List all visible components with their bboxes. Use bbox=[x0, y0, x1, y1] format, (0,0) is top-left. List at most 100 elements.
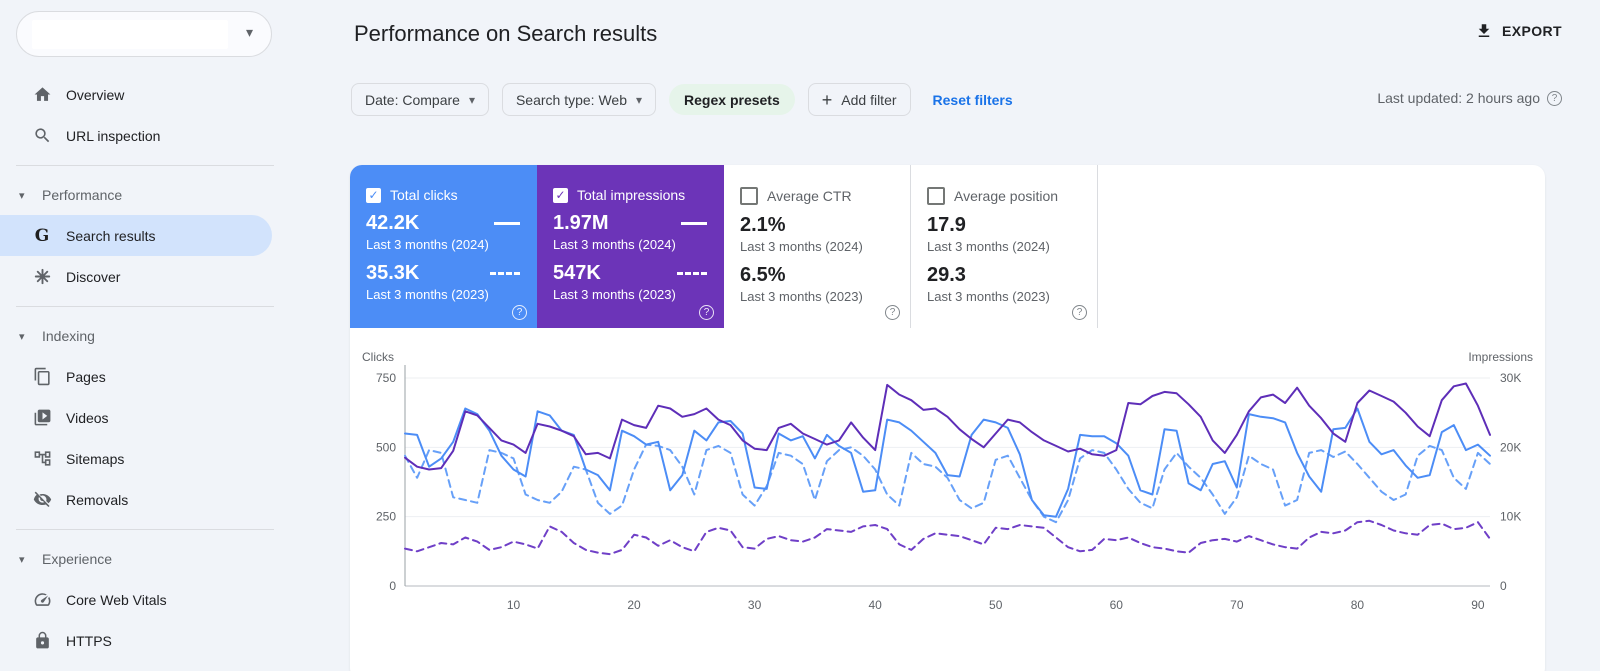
series-line bbox=[404, 519, 1491, 556]
gauge-icon bbox=[32, 590, 52, 610]
x-axis-tick: 70 bbox=[1230, 598, 1244, 612]
search-console-app: ▾ Overview URL inspection ▾ Performance bbox=[0, 0, 1600, 671]
last-updated-text: Last updated: 2 hours ago bbox=[1377, 90, 1540, 106]
performance-panel: ✓ Total clicks 42.2K Last 3 months (2024… bbox=[350, 165, 1545, 671]
checkbox-checked-icon[interactable]: ✓ bbox=[553, 187, 568, 203]
property-selector[interactable]: ▾ bbox=[16, 11, 272, 57]
x-axis-tick: 40 bbox=[868, 598, 882, 612]
sidebar-item-label: Discover bbox=[66, 268, 121, 285]
help-icon[interactable]: ? bbox=[885, 305, 900, 320]
sidebar-item-pages[interactable]: Pages bbox=[0, 356, 290, 397]
sidebar-item-https[interactable]: HTTPS bbox=[0, 620, 290, 661]
y-axis-left-tick: 0 bbox=[389, 579, 396, 593]
chevron-down-icon: ▾ bbox=[19, 330, 25, 343]
checkbox-unchecked-icon[interactable] bbox=[927, 187, 945, 205]
dashed-line-indicator-icon bbox=[677, 272, 707, 275]
chevron-down-icon: ▾ bbox=[19, 189, 25, 202]
metric-caption: Last 3 months (2023) bbox=[366, 287, 489, 302]
reset-filters-link[interactable]: Reset filters bbox=[933, 92, 1013, 108]
sidebar-item-sitemaps[interactable]: Sitemaps bbox=[0, 438, 290, 479]
sidebar-item-label: Pages bbox=[66, 368, 106, 385]
performance-chart[interactable]: 0 0 250 10K 500 20K 750 30K Clicks Impressions 10 2… bbox=[350, 345, 1545, 645]
date-filter-dropdown[interactable]: Date: Compare ▾ bbox=[351, 83, 489, 116]
sidebar-item-discover[interactable]: Discover bbox=[0, 256, 290, 297]
metric-value: 42.2K bbox=[366, 212, 420, 234]
chevron-down-icon: ▾ bbox=[636, 92, 643, 107]
sidebar-item-label: Sitemaps bbox=[66, 450, 125, 467]
sidebar-item-label: Core Web Vitals bbox=[66, 591, 167, 608]
metric-card-average-ctr[interactable]: Average CTR 2.1% Last 3 months (2024) 6.… bbox=[724, 165, 911, 328]
date-filter-label: Date: Compare bbox=[365, 91, 460, 108]
help-icon[interactable]: ? bbox=[512, 305, 527, 320]
solid-line-indicator-icon bbox=[494, 222, 520, 225]
help-icon[interactable]: ? bbox=[1547, 90, 1562, 106]
add-filter-label: Add filter bbox=[841, 91, 897, 108]
sidebar-nav: Overview URL inspection ▾ Performance G … bbox=[0, 74, 290, 661]
sidebar-item-videos[interactable]: Videos bbox=[0, 397, 290, 438]
y-axis-left-tick: 500 bbox=[376, 440, 396, 454]
help-icon[interactable]: ? bbox=[1072, 305, 1087, 320]
sidebar-item-url-inspection[interactable]: URL inspection bbox=[0, 115, 290, 156]
metric-caption: Last 3 months (2024) bbox=[740, 239, 863, 254]
page-title: Performance on Search results bbox=[354, 21, 658, 46]
sidebar-section-experience[interactable]: ▾ Experience bbox=[0, 539, 290, 579]
filter-bar: Date: Compare ▾ Search type: Web ▾ Regex… bbox=[351, 83, 1013, 116]
metric-label: Total impressions bbox=[577, 187, 686, 203]
metric-card-total-impressions[interactable]: ✓ Total impressions 1.97M Last 3 months … bbox=[537, 165, 724, 328]
property-name-redacted bbox=[32, 20, 228, 49]
metric-cards-row: ✓ Total clicks 42.2K Last 3 months (2024… bbox=[350, 165, 1545, 328]
x-axis-tick: 30 bbox=[748, 598, 762, 612]
help-icon[interactable]: ? bbox=[699, 305, 714, 320]
metric-caption: Last 3 months (2023) bbox=[740, 289, 863, 304]
sidebar-item-core-web-vitals[interactable]: Core Web Vitals bbox=[0, 579, 290, 620]
metric-caption: Last 3 months (2023) bbox=[553, 287, 676, 302]
google-g-icon: G bbox=[34, 225, 50, 246]
y-axis-left-tick: 750 bbox=[376, 371, 396, 385]
metric-value: 17.9 bbox=[927, 214, 966, 236]
chevron-down-icon: ▾ bbox=[468, 92, 475, 107]
right-axis-title: Impressions bbox=[1468, 350, 1533, 364]
sidebar-item-removals[interactable]: Removals bbox=[0, 479, 290, 520]
metric-card-total-clicks[interactable]: ✓ Total clicks 42.2K Last 3 months (2024… bbox=[350, 165, 537, 328]
sidebar-divider bbox=[16, 529, 274, 530]
metric-value: 547K bbox=[553, 262, 601, 284]
eye-off-icon bbox=[32, 490, 52, 510]
section-title: Experience bbox=[42, 551, 113, 567]
metric-caption: Last 3 months (2024) bbox=[366, 237, 489, 252]
y-axis-right-tick: 10K bbox=[1500, 510, 1521, 524]
x-axis-tick: 80 bbox=[1351, 598, 1365, 612]
sidebar-divider bbox=[16, 306, 274, 307]
sidebar-section-indexing[interactable]: ▾ Indexing bbox=[0, 316, 290, 356]
sidebar-divider bbox=[16, 165, 274, 166]
performance-chart-svg[interactable]: 0 0 250 10K 500 20K 750 30K Clicks Impressions 10 2… bbox=[350, 345, 1545, 645]
checkbox-unchecked-icon[interactable] bbox=[740, 187, 758, 205]
metric-card-average-position[interactable]: Average position 17.9 Last 3 months (202… bbox=[911, 165, 1098, 328]
sidebar-section-performance[interactable]: ▾ Performance bbox=[0, 175, 290, 215]
search-type-filter-dropdown[interactable]: Search type: Web ▾ bbox=[501, 83, 657, 116]
regex-presets-label: Regex presets bbox=[684, 91, 780, 108]
sidebar-item-search-results[interactable]: G Search results bbox=[0, 215, 272, 256]
section-title: Performance bbox=[42, 187, 123, 203]
add-filter-button[interactable]: + Add filter bbox=[807, 83, 911, 116]
sidebar-item-overview[interactable]: Overview bbox=[0, 74, 290, 115]
export-button[interactable]: EXPORT bbox=[1475, 22, 1562, 40]
sidebar-item-label: HTTPS bbox=[66, 632, 112, 649]
metric-value: 1.97M bbox=[553, 212, 609, 234]
checkbox-checked-icon[interactable]: ✓ bbox=[366, 187, 381, 203]
plus-icon: + bbox=[821, 89, 833, 110]
metric-caption: Last 3 months (2024) bbox=[553, 237, 676, 252]
lock-icon bbox=[32, 631, 52, 651]
metric-label: Average position bbox=[954, 188, 1059, 204]
x-axis-tick: 10 bbox=[507, 598, 521, 612]
y-axis-right-tick: 0 bbox=[1500, 579, 1507, 593]
solid-line-indicator-icon bbox=[681, 222, 707, 225]
chevron-down-icon: ▾ bbox=[245, 24, 253, 40]
y-axis-right-tick: 20K bbox=[1500, 440, 1521, 454]
metric-caption: Last 3 months (2024) bbox=[927, 239, 1050, 254]
metric-value: 35.3K bbox=[366, 262, 420, 284]
videos-icon bbox=[32, 408, 52, 428]
regex-presets-chip[interactable]: Regex presets bbox=[669, 84, 795, 115]
metric-value: 29.3 bbox=[927, 264, 966, 286]
sidebar-item-label: URL inspection bbox=[66, 127, 161, 144]
x-axis-tick: 60 bbox=[1110, 598, 1124, 612]
